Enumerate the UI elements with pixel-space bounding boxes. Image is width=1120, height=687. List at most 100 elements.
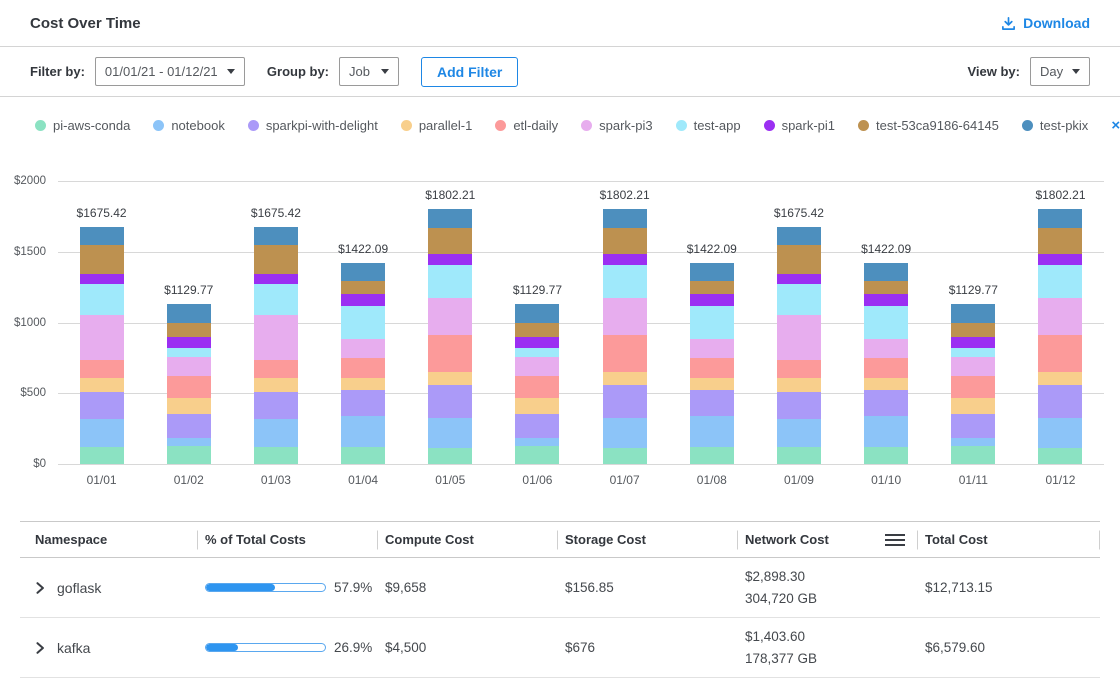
chevron-right-icon[interactable]: [35, 642, 46, 654]
bar-segment-spark-pi1[interactable]: [951, 337, 995, 349]
bar-segment-spark-pi3[interactable]: [167, 357, 211, 376]
bar-segment-test-53ca9186-64145[interactable]: [864, 281, 908, 294]
stacked-bar[interactable]: [515, 304, 559, 464]
bar-segment-test-pkix[interactable]: [428, 209, 472, 228]
bar-segment-etl-daily[interactable]: [1038, 335, 1082, 372]
bar-segment-spark-pi1[interactable]: [1038, 254, 1082, 265]
bar-segment-sparkpi-with-delight[interactable]: [603, 385, 647, 417]
bar-segment-test-app[interactable]: [603, 265, 647, 297]
bar-segment-test-pkix[interactable]: [341, 263, 385, 281]
bar-segment-parallel-1[interactable]: [690, 378, 734, 390]
bar-segment-test-app[interactable]: [777, 284, 821, 315]
bar-segment-spark-pi3[interactable]: [428, 298, 472, 336]
bar-segment-test-pkix[interactable]: [515, 304, 559, 323]
bar-segment-sparkpi-with-delight[interactable]: [341, 390, 385, 416]
bar-segment-notebook[interactable]: [690, 416, 734, 447]
download-button[interactable]: Download: [1001, 15, 1090, 31]
bar-segment-spark-pi3[interactable]: [777, 315, 821, 359]
stacked-bar[interactable]: [1038, 209, 1082, 464]
bar-segment-test-53ca9186-64145[interactable]: [167, 323, 211, 336]
bar-segment-pi-aws-conda[interactable]: [864, 447, 908, 464]
bar-segment-test-app[interactable]: [515, 348, 559, 357]
bar-segment-pi-aws-conda[interactable]: [80, 447, 124, 464]
bar-segment-spark-pi3[interactable]: [951, 357, 995, 376]
bar-segment-test-pkix[interactable]: [1038, 209, 1082, 228]
bar-segment-notebook[interactable]: [1038, 418, 1082, 448]
stacked-bar[interactable]: [951, 304, 995, 464]
bar-segment-spark-pi3[interactable]: [80, 315, 124, 359]
bar-segment-pi-aws-conda[interactable]: [690, 447, 734, 464]
bar-segment-pi-aws-conda[interactable]: [603, 448, 647, 464]
bar-segment-test-app[interactable]: [80, 284, 124, 315]
bar-segment-parallel-1[interactable]: [515, 398, 559, 414]
bar-segment-test-53ca9186-64145[interactable]: [254, 245, 298, 274]
bar-segment-spark-pi3[interactable]: [515, 357, 559, 376]
bar-segment-sparkpi-with-delight[interactable]: [777, 392, 821, 420]
date-range-select[interactable]: 01/01/21 - 01/12/21: [95, 57, 245, 86]
legend-item-spark-pi1[interactable]: spark-pi1: [764, 118, 835, 133]
bar-segment-etl-daily[interactable]: [428, 335, 472, 372]
legend-item-test-53ca9186-64145[interactable]: test-53ca9186-64145: [858, 118, 999, 133]
stacked-bar[interactable]: [428, 209, 472, 464]
bar-segment-parallel-1[interactable]: [1038, 372, 1082, 385]
bar-segment-parallel-1[interactable]: [80, 378, 124, 392]
stacked-bar[interactable]: [777, 227, 821, 464]
bar-segment-test-pkix[interactable]: [603, 209, 647, 228]
bar-segment-etl-daily[interactable]: [254, 360, 298, 378]
bar-segment-notebook[interactable]: [167, 438, 211, 445]
bar-segment-test-app[interactable]: [428, 265, 472, 297]
bar-segment-sparkpi-with-delight[interactable]: [864, 390, 908, 416]
bar-segment-test-53ca9186-64145[interactable]: [603, 228, 647, 255]
stacked-bar[interactable]: [80, 227, 124, 464]
bar-segment-test-pkix[interactable]: [864, 263, 908, 281]
bar-segment-sparkpi-with-delight[interactable]: [690, 390, 734, 416]
bar-segment-notebook[interactable]: [254, 419, 298, 447]
legend-item-test-app[interactable]: test-app: [676, 118, 741, 133]
deselect-all-button[interactable]: × Deselect All: [1111, 110, 1120, 140]
bar-segment-parallel-1[interactable]: [167, 398, 211, 414]
bar-segment-sparkpi-with-delight[interactable]: [167, 414, 211, 438]
bar-segment-spark-pi1[interactable]: [428, 254, 472, 265]
bar-segment-pi-aws-conda[interactable]: [951, 446, 995, 464]
namespace-cell[interactable]: kafka: [20, 632, 197, 664]
legend-item-pi-aws-conda[interactable]: pi-aws-conda: [35, 118, 130, 133]
legend-item-etl-daily[interactable]: etl-daily: [495, 118, 558, 133]
bar-segment-test-pkix[interactable]: [777, 227, 821, 245]
bar-segment-etl-daily[interactable]: [341, 358, 385, 378]
bar-segment-etl-daily[interactable]: [603, 335, 647, 372]
bar-segment-spark-pi1[interactable]: [254, 274, 298, 284]
bar-segment-pi-aws-conda[interactable]: [777, 447, 821, 464]
legend-item-notebook[interactable]: notebook: [153, 118, 225, 133]
stacked-bar[interactable]: [864, 263, 908, 464]
legend-item-test-pkix[interactable]: test-pkix: [1022, 118, 1088, 133]
bar-segment-test-53ca9186-64145[interactable]: [690, 281, 734, 294]
add-filter-button[interactable]: Add Filter: [421, 57, 518, 87]
bar-segment-parallel-1[interactable]: [777, 378, 821, 392]
bar-segment-test-app[interactable]: [341, 306, 385, 339]
bar-segment-spark-pi1[interactable]: [603, 254, 647, 265]
stacked-bar[interactable]: [690, 263, 734, 464]
bar-segment-notebook[interactable]: [341, 416, 385, 447]
bar-segment-test-app[interactable]: [690, 306, 734, 339]
bar-segment-notebook[interactable]: [951, 438, 995, 445]
bar-segment-test-pkix[interactable]: [254, 227, 298, 245]
bar-segment-test-app[interactable]: [951, 348, 995, 357]
bar-segment-spark-pi3[interactable]: [254, 315, 298, 359]
bar-segment-parallel-1[interactable]: [864, 378, 908, 390]
legend-item-parallel-1[interactable]: parallel-1: [401, 118, 472, 133]
bar-segment-spark-pi3[interactable]: [603, 298, 647, 336]
bar-segment-etl-daily[interactable]: [864, 358, 908, 378]
bar-segment-etl-daily[interactable]: [515, 376, 559, 398]
bar-segment-parallel-1[interactable]: [341, 378, 385, 390]
bar-segment-test-pkix[interactable]: [951, 304, 995, 323]
stacked-bar[interactable]: [167, 304, 211, 464]
bar-segment-test-pkix[interactable]: [690, 263, 734, 281]
legend-item-spark-pi3[interactable]: spark-pi3: [581, 118, 652, 133]
view-by-select[interactable]: Day: [1030, 57, 1090, 86]
bar-segment-notebook[interactable]: [80, 419, 124, 447]
bar-segment-spark-pi3[interactable]: [1038, 298, 1082, 336]
bar-segment-etl-daily[interactable]: [777, 360, 821, 378]
bar-segment-sparkpi-with-delight[interactable]: [428, 385, 472, 417]
bar-segment-notebook[interactable]: [428, 418, 472, 448]
bar-segment-spark-pi1[interactable]: [341, 294, 385, 306]
